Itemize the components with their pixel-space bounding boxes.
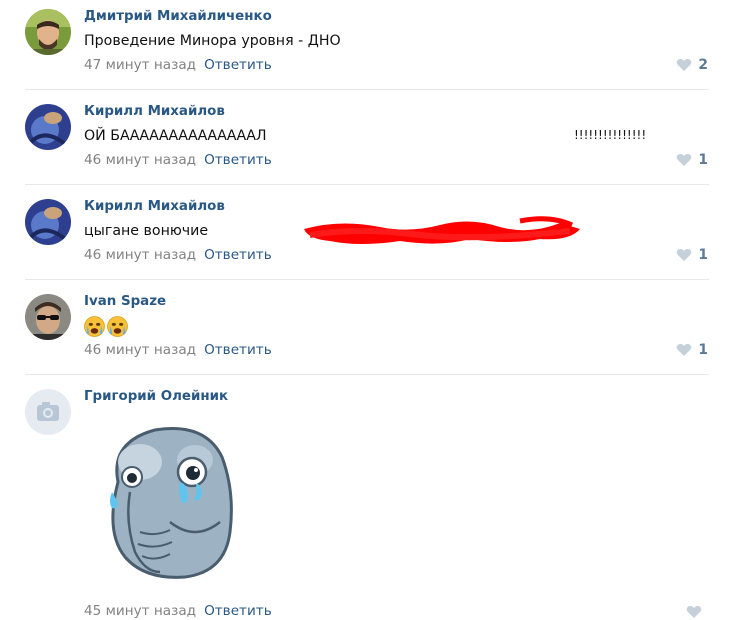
comment-text: ОЙ БААААААААААААААЛ !!!!!!!!!!!!!!! xyxy=(84,128,684,148)
divider xyxy=(25,279,709,280)
comment-author[interactable]: Дмитрий Михайличенко xyxy=(84,9,272,24)
like-count: 1 xyxy=(698,247,708,263)
avatar[interactable] xyxy=(25,104,71,150)
comment-text: цыгане вонючие xyxy=(84,223,209,239)
comment-time[interactable]: 45 минут назад xyxy=(84,603,196,619)
like-count: 1 xyxy=(698,152,708,168)
comment-author[interactable]: Кирилл Михайлов xyxy=(84,104,225,119)
text-visible-start: ОЙ БААААААААААААААЛ xyxy=(84,128,267,144)
heart-icon xyxy=(677,344,692,356)
like-button[interactable]: 2 xyxy=(676,57,708,73)
comment-meta: 46 минут назад Ответить xyxy=(84,342,272,358)
comment-meta: 46 минут назад Ответить xyxy=(84,152,272,168)
avatar[interactable] xyxy=(25,199,71,245)
like-button[interactable]: 1 xyxy=(676,342,708,358)
reply-button[interactable]: Ответить xyxy=(204,57,272,73)
reply-button[interactable]: Ответить xyxy=(204,247,272,263)
reply-button[interactable]: Ответить xyxy=(204,152,272,168)
comment-meta: 47 минут назад Ответить xyxy=(84,57,272,73)
divider xyxy=(25,89,709,90)
divider xyxy=(25,374,709,375)
like-button[interactable]: 1 xyxy=(676,152,708,168)
heart-icon xyxy=(677,154,692,166)
heart-icon xyxy=(686,606,702,618)
like-count: 1 xyxy=(698,342,708,358)
comment-time[interactable]: 46 минут назад xyxy=(84,247,196,263)
comment-time[interactable]: 46 минут назад xyxy=(84,152,196,168)
heart-icon xyxy=(677,59,692,71)
comment-time[interactable]: 46 минут назад xyxy=(84,342,196,358)
like-count: 2 xyxy=(698,57,708,73)
emoji-row xyxy=(84,316,128,337)
avatar-placeholder[interactable] xyxy=(25,389,71,435)
like-button[interactable] xyxy=(686,605,708,619)
comment-author[interactable]: Кирилл Михайлов xyxy=(84,199,225,214)
camera-icon xyxy=(37,402,59,421)
text-visible-end: !!!!!!!!!!!!!!! xyxy=(574,128,647,142)
comment-meta: 46 минут назад Ответить xyxy=(84,247,272,263)
comment-meta: 45 минут назад Ответить xyxy=(84,603,272,619)
crying-emoji-icon xyxy=(84,316,105,337)
comment-author[interactable]: Ivan Spaze xyxy=(84,294,166,309)
like-button[interactable]: 1 xyxy=(676,247,708,263)
comment-time[interactable]: 47 минут назад xyxy=(84,57,196,73)
comment-author[interactable]: Григорий Олейник xyxy=(84,389,228,404)
divider xyxy=(25,184,709,185)
reply-button[interactable]: Ответить xyxy=(204,603,272,619)
avatar[interactable] xyxy=(25,294,71,340)
redaction-scribble xyxy=(304,216,580,244)
heart-icon xyxy=(677,249,692,261)
avatar[interactable] xyxy=(25,9,71,55)
crying-elephant-sticker[interactable] xyxy=(100,422,240,582)
comment-text: Проведение Минора уровня - ДНО xyxy=(84,33,341,49)
reply-button[interactable]: Ответить xyxy=(204,342,272,358)
crying-emoji-icon xyxy=(107,316,128,337)
